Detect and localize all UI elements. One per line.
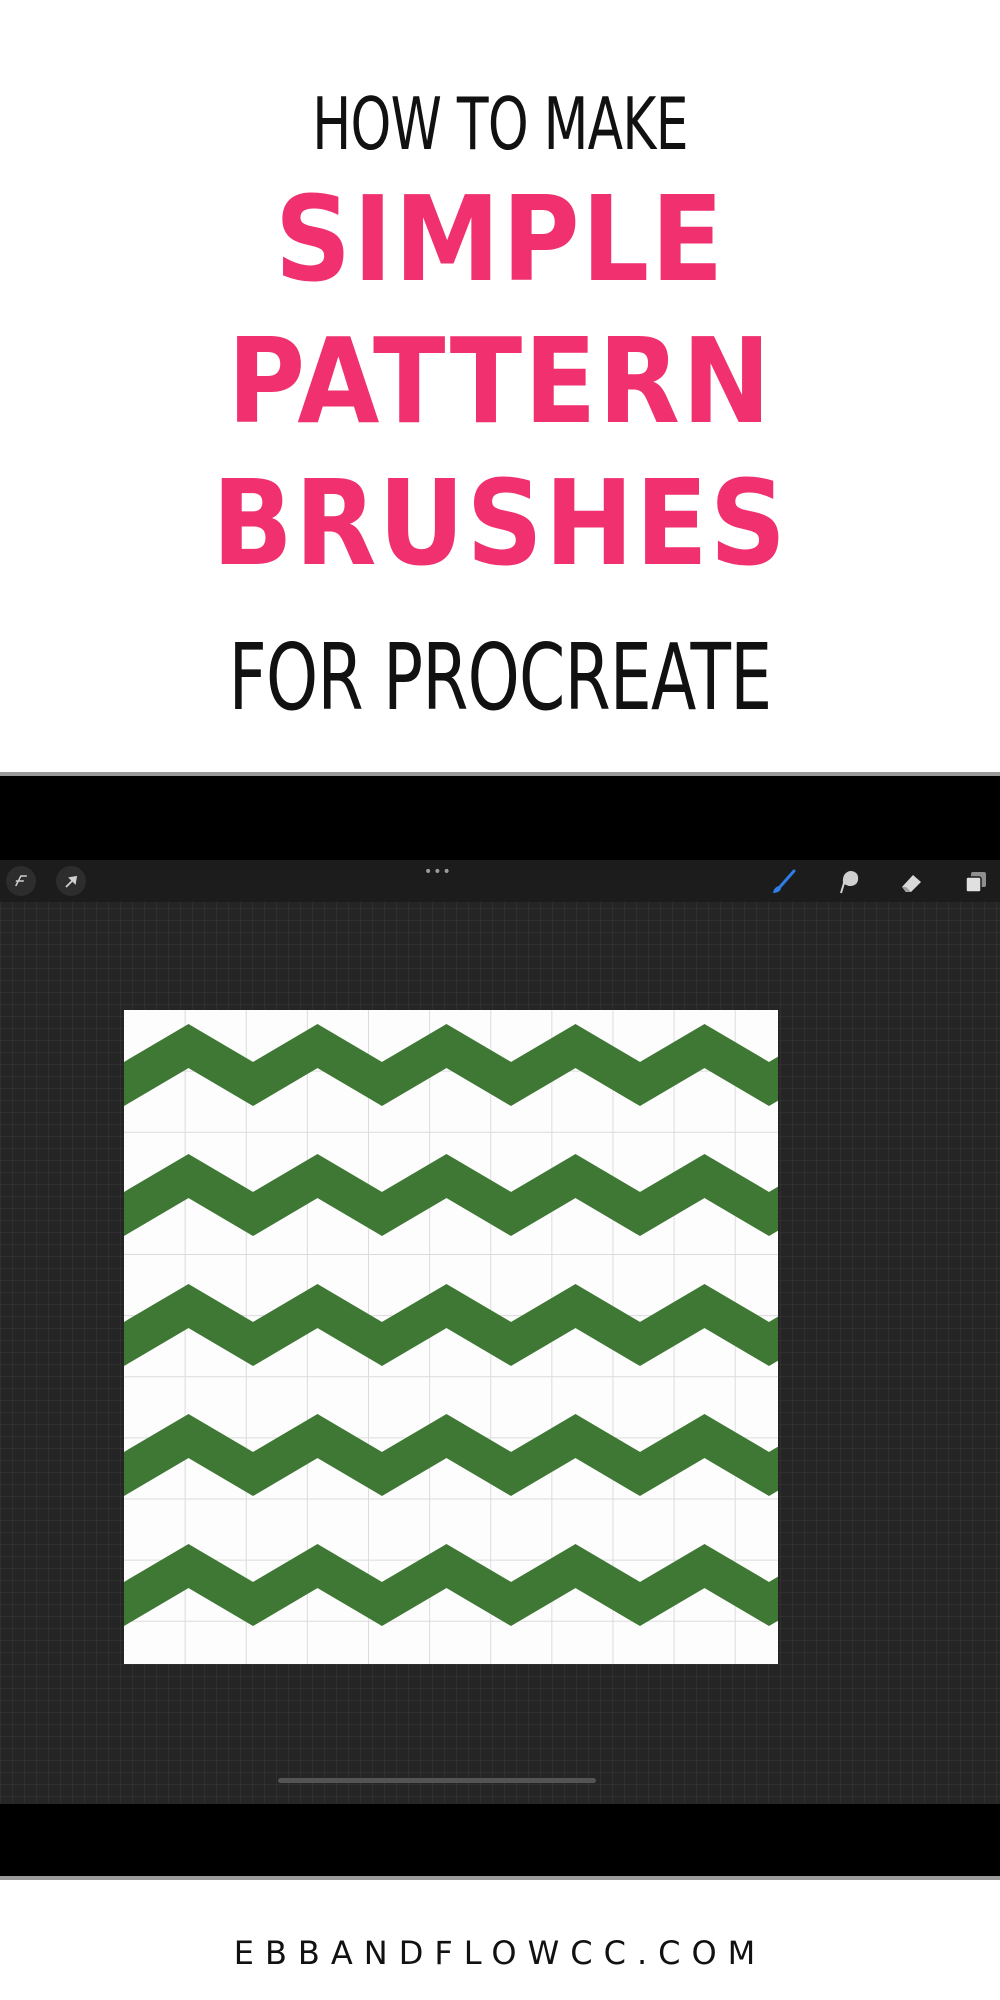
- modify-tool-icon[interactable]: [6, 866, 36, 896]
- zigzag-row: [49, 1543, 844, 1627]
- tablet-frame: •••: [0, 772, 1000, 1880]
- title-line-simple: SIMPLE: [274, 170, 726, 308]
- title-line-how-to-make: HOW TO MAKE: [312, 82, 688, 166]
- brush-tool-icon[interactable]: [770, 868, 798, 896]
- footer-url[interactable]: EBBANDFLOWCC.COM: [0, 1934, 1000, 1972]
- more-actions-icon[interactable]: •••: [424, 864, 451, 880]
- home-indicator[interactable]: [278, 1778, 596, 1783]
- selection-tool-icon[interactable]: [56, 866, 86, 896]
- title-line-brushes: BRUSHES: [212, 454, 788, 592]
- procreate-screen: •••: [0, 860, 1000, 1804]
- zigzag-row: [49, 1153, 844, 1237]
- smudge-tool-icon[interactable]: [834, 868, 862, 896]
- title-line-pattern: PATTERN: [227, 312, 773, 450]
- drawing-canvas[interactable]: [49, 1010, 844, 1664]
- title-line-for-procreate: FOR PROCREATE: [228, 624, 772, 731]
- layers-tool-icon[interactable]: [962, 868, 990, 896]
- title-block: HOW TO MAKE SIMPLE PATTERN BRUSHES FOR P…: [0, 0, 1000, 770]
- zigzag-row: [49, 1023, 844, 1107]
- zigzag-row: [49, 1283, 844, 1367]
- eraser-tool-icon[interactable]: [898, 868, 926, 896]
- zigzag-row: [49, 1413, 844, 1497]
- zigzag-pattern: [49, 1010, 844, 1664]
- top-toolbar: •••: [0, 860, 1000, 902]
